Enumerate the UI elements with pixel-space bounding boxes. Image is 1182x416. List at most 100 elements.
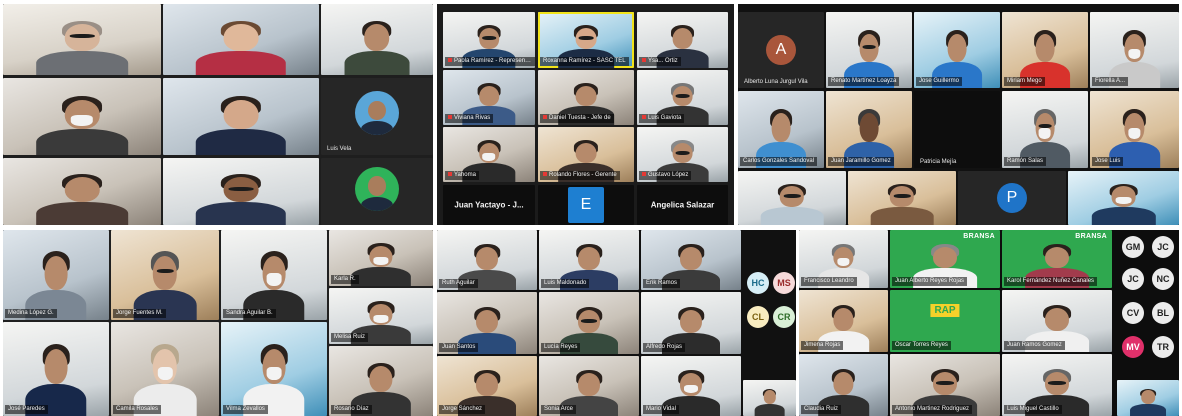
avatar[interactable]: CR bbox=[773, 306, 795, 328]
video-tile[interactable]: Melisa Ruiz bbox=[329, 288, 433, 344]
participant-name: Antonio Martinez Rodriguez bbox=[892, 405, 973, 414]
video-tile[interactable]: Jorge Sánchez bbox=[437, 356, 537, 416]
participant-name: Karla R. bbox=[331, 275, 359, 284]
avatar[interactable]: NC bbox=[1152, 268, 1174, 290]
participant-name: Jimena Rojas bbox=[801, 341, 844, 350]
video-tile[interactable]: Medina López G. bbox=[3, 230, 109, 320]
video-tile[interactable]: BRANSA Juan Alberto Reyes Rojas bbox=[890, 230, 1000, 288]
avatar-initial: P bbox=[1006, 189, 1018, 206]
video-tile[interactable]: BRANSA Karol Fernández Nuñez Canales bbox=[1002, 230, 1112, 288]
video-tile[interactable]: Sandra Aguilar B. bbox=[221, 230, 327, 320]
video-tile[interactable]: Erik Ramos bbox=[641, 230, 741, 290]
video-tile[interactable]: Antonio Martinez Rodriguez bbox=[890, 354, 1000, 416]
video-tile[interactable]: E bbox=[538, 185, 634, 225]
avatar-initial: JC bbox=[1127, 274, 1139, 284]
video-tile[interactable]: Miriam Mego bbox=[1002, 12, 1088, 88]
video-tile[interactable]: Mario Vidal bbox=[641, 356, 741, 416]
video-tile[interactable]: Lucía Reyes bbox=[539, 292, 639, 354]
video-tile[interactable] bbox=[3, 158, 161, 225]
avatar: P bbox=[997, 183, 1027, 213]
video-tile[interactable]: Karla R. bbox=[329, 230, 433, 286]
video-tile[interactable]: Carlos Gonzales Sandoval bbox=[738, 91, 824, 168]
video-tile[interactable]: Juan Ramos Gomez bbox=[1002, 290, 1112, 352]
video-tile[interactable] bbox=[321, 158, 433, 225]
video-tile[interactable]: Fiorella A... bbox=[1090, 12, 1179, 88]
avatar[interactable]: MV bbox=[1122, 336, 1144, 358]
video-tile[interactable]: Jorge Fuentes M. bbox=[111, 230, 219, 320]
video-tile[interactable]: Paola Ramírez - Representant bbox=[443, 12, 535, 68]
video-tile[interactable]: Ramón Salas bbox=[1002, 91, 1088, 168]
participant-name: Camila Rosales bbox=[113, 405, 162, 414]
video-tile[interactable] bbox=[1068, 171, 1179, 225]
video-tile[interactable]: Juan Santos bbox=[437, 292, 537, 354]
video-tile[interactable] bbox=[848, 171, 956, 225]
participant-video bbox=[36, 95, 128, 155]
participant-name: Ruth Aguilar bbox=[439, 279, 478, 288]
meeting-grid-4: Medina López G. Jorge Fuentes M. Sandra … bbox=[3, 230, 433, 416]
video-tile[interactable]: Ysa... Ortiz bbox=[637, 12, 728, 68]
avatar bbox=[355, 91, 399, 136]
video-tile[interactable]: Daniel Tuesta - Jefe de bbox=[538, 70, 634, 125]
video-tile[interactable] bbox=[163, 158, 319, 225]
brand-logo: BRANSA bbox=[1075, 233, 1107, 240]
video-tile[interactable]: RAP Oscar Torres Reyes bbox=[890, 290, 1000, 352]
avatar[interactable]: HC bbox=[747, 272, 769, 294]
participant-name: Oscar Torres Reyes bbox=[892, 341, 951, 350]
video-tile[interactable]: Luis Maldonado bbox=[539, 230, 639, 290]
video-tile[interactable]: Jose Guillermo bbox=[914, 12, 1000, 88]
video-tile[interactable] bbox=[743, 380, 796, 416]
video-tile[interactable]: Sonia Arce bbox=[539, 356, 639, 416]
video-tile[interactable]: Vilma Zevallos bbox=[221, 322, 327, 416]
meeting-grid-1: Luis Vela bbox=[3, 4, 433, 225]
video-tile[interactable]: A Alberto Luna Jurgul Vila bbox=[738, 12, 824, 88]
video-tile[interactable]: Claudia Ruiz bbox=[799, 354, 888, 416]
participant-name: Juan Yactayo - J... bbox=[454, 200, 524, 210]
participant-video bbox=[195, 95, 287, 155]
participant-name: Vilma Zevallos bbox=[223, 405, 268, 414]
video-tile[interactable]: Viviana Rivas bbox=[443, 70, 535, 125]
avatar[interactable]: MS bbox=[773, 272, 795, 294]
video-tile[interactable]: Roxanna Ramírez - SASC TEL bbox=[538, 12, 634, 68]
video-tile[interactable]: P bbox=[958, 171, 1066, 225]
participant-name: Ramón Salas bbox=[1004, 157, 1047, 166]
video-tile[interactable]: Francisco Leandro bbox=[799, 230, 888, 288]
video-tile[interactable]: Renato Martínez Loayza bbox=[826, 12, 912, 88]
avatar[interactable]: TR bbox=[1152, 336, 1174, 358]
video-tile[interactable] bbox=[738, 171, 846, 225]
participant-name: Juan Santos bbox=[439, 343, 479, 352]
video-tile[interactable]: Rosario Díaz bbox=[329, 346, 433, 416]
avatar[interactable]: CL bbox=[747, 306, 769, 328]
video-tile[interactable]: Alfredo Rojas bbox=[641, 292, 741, 354]
avatar[interactable]: BL bbox=[1152, 302, 1174, 324]
participant-name: Rolando Flores - Gerente bbox=[540, 171, 620, 180]
avatar[interactable]: CV bbox=[1122, 302, 1144, 324]
participant-name: Rosario Díaz bbox=[331, 405, 372, 414]
video-tile[interactable]: Ruth Aguilar bbox=[437, 230, 537, 290]
video-tile[interactable]: Luis Gaviota bbox=[637, 70, 728, 125]
video-tile[interactable]: Juan Jaramillo Gomez bbox=[826, 91, 912, 168]
video-tile[interactable]: Angelica Salazar bbox=[637, 185, 728, 225]
video-tile[interactable]: Patricia Mejía bbox=[914, 91, 1000, 168]
video-tile[interactable]: José Paredes bbox=[3, 322, 109, 416]
video-tile[interactable]: Jose Luis bbox=[1090, 91, 1179, 168]
video-tile[interactable] bbox=[321, 4, 433, 75]
video-tile[interactable]: Rolando Flores - Gerente bbox=[538, 127, 634, 182]
participant-name: Francisco Leandro bbox=[801, 277, 857, 286]
avatar[interactable]: JC bbox=[1122, 268, 1144, 290]
avatar[interactable]: JC bbox=[1152, 236, 1174, 258]
video-tile[interactable]: Juan Yactayo - J... bbox=[443, 185, 535, 225]
video-tile[interactable]: Luis Miguel Castillo bbox=[1002, 354, 1112, 416]
video-tile[interactable] bbox=[3, 78, 161, 155]
video-tile[interactable]: Yahoma bbox=[443, 127, 535, 182]
video-tile[interactable] bbox=[3, 4, 161, 75]
video-tile[interactable]: Luis Vela bbox=[321, 78, 433, 155]
video-tile[interactable]: Camila Rosales bbox=[111, 322, 219, 416]
video-tile[interactable] bbox=[163, 78, 319, 155]
avatar: E bbox=[568, 187, 604, 223]
video-tile[interactable]: Jimena Rojas bbox=[799, 290, 888, 352]
video-tile[interactable] bbox=[1117, 380, 1179, 416]
avatar-initial: CV bbox=[1126, 308, 1140, 318]
video-tile[interactable]: Gustavo López bbox=[637, 127, 728, 182]
avatar[interactable]: GM bbox=[1122, 236, 1144, 258]
video-tile[interactable] bbox=[163, 4, 319, 75]
